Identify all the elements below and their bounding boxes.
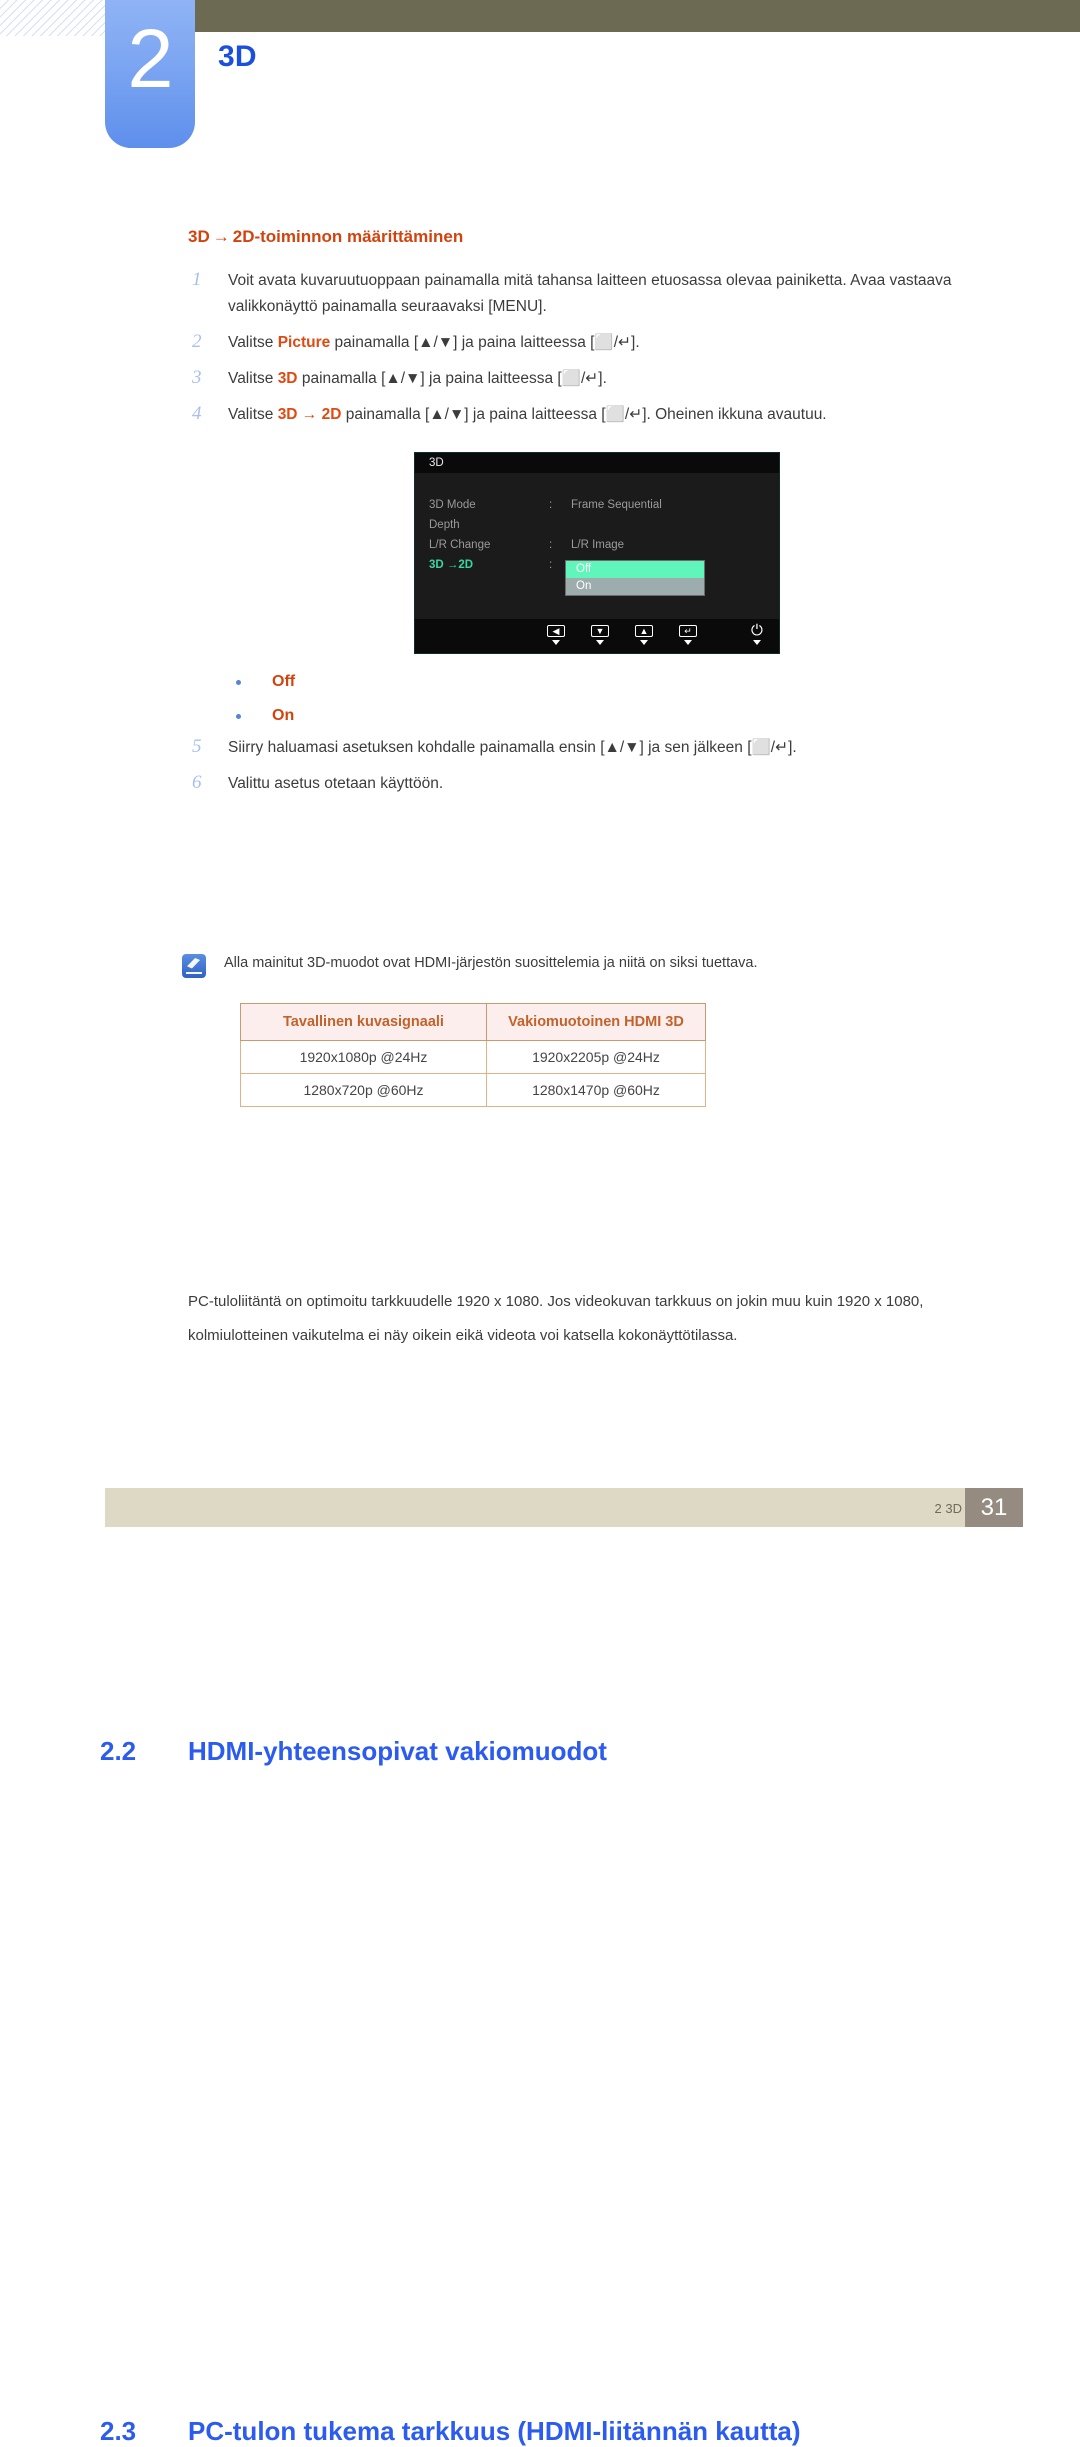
table-row: 1280x720p @60Hz 1280x1470p @60Hz	[240, 1073, 706, 1107]
osd-row-value: L/R Image	[571, 539, 625, 551]
step-text-suffix: painamalla [▲/▼] ja paina laitteessa [⬜/…	[330, 334, 640, 351]
osd-menu-screenshot: 3D 3D Mode : Frame Sequential Depth L/R …	[414, 452, 780, 654]
subsection-heading-post: 2D-toiminnon määrittäminen	[232, 227, 464, 246]
down-arrow-icon[interactable]: ▼	[591, 625, 609, 645]
note-text: Alla mainitut 3D-muodot ovat HDMI-järjes…	[224, 955, 758, 971]
up-arrow-icon[interactable]: ▲	[635, 625, 653, 645]
list-item: 5 Siirry haluamasi asetuksen kohdalle pa…	[188, 735, 988, 761]
list-item: Off	[232, 665, 295, 699]
subsection-heading-pre: 3D	[188, 227, 210, 246]
step-text-prefix: Valitse	[228, 406, 278, 423]
osd-option-on[interactable]: On	[566, 578, 704, 595]
option-bullet-list: Off On	[232, 665, 295, 733]
step-number: 3	[192, 367, 202, 388]
list-item: 2 Valitse Picture painamalla [▲/▼] ja pa…	[188, 330, 988, 356]
step-text: Siirry haluamasi asetuksen kohdalle pain…	[228, 739, 797, 756]
osd-button-bar: ◀ ▼ ▲ ↵ ⏻	[415, 619, 779, 653]
procedure-steps-list-continued: 5 Siirry haluamasi asetuksen kohdalle pa…	[188, 735, 988, 807]
step-emphasis: Picture	[277, 334, 331, 351]
step-text-suffix: painamalla [▲/▼] ja paina laitteessa [⬜/…	[341, 406, 827, 423]
step-emphasis: 3D → 2D	[277, 406, 342, 423]
subsection-heading: 3D → 2D-toiminnon määrittäminen	[188, 227, 463, 247]
osd-row-colon: :	[549, 499, 553, 511]
arrow-icon: →	[212, 227, 230, 246]
section-2-3-paragraph: PC-tuloliitäntä on optimoitu tarkkuudell…	[188, 1293, 924, 1344]
step-number: 5	[192, 736, 202, 757]
osd-title: 3D	[415, 453, 779, 473]
chapter-title: 3D	[218, 40, 257, 73]
osd-row-label: L/R Change	[429, 539, 491, 551]
table-cell: 1280x720p @60Hz	[240, 1073, 487, 1107]
hdmi-formats-table: Tavallinen kuvasignaali Vakiomuotoinen H…	[240, 1003, 706, 1107]
chapter-number-badge: 2	[105, 0, 195, 148]
osd-row-colon: :	[549, 539, 553, 551]
step-text-prefix: Valitse	[228, 334, 278, 351]
list-item: 1 Voit avata kuvaruutuoppaan painamalla …	[188, 268, 983, 320]
note-block: Alla mainitut 3D-muodot ovat HDMI-järjes…	[182, 953, 982, 978]
section-number: 2.2	[100, 1736, 137, 1766]
table-row: 1920x1080p @24Hz 1920x2205p @24Hz	[240, 1040, 706, 1074]
step-emphasis: 3D	[277, 370, 298, 387]
osd-dropdown[interactable]: Off On	[565, 560, 705, 596]
osd-row[interactable]: 3D Mode : Frame Sequential	[429, 495, 779, 515]
footer-bar	[105, 1488, 1023, 1527]
section-number: 2.3	[100, 2416, 137, 2446]
osd-row-value: Frame Sequential	[571, 499, 662, 511]
step-text-suffix: painamalla [▲/▼] ja paina laitteessa [⬜/…	[297, 370, 607, 387]
power-icon[interactable]: ⏻	[751, 623, 763, 645]
osd-option-off[interactable]: Off	[566, 561, 704, 578]
osd-row[interactable]: L/R Change : L/R Image	[429, 535, 779, 555]
step-number: 2	[192, 331, 202, 352]
note-pen-icon	[182, 954, 206, 978]
section-2-2-heading: 2.2 HDMI-yhteensopivat vakiomuodot	[0, 868, 1080, 1766]
chapter-number: 2	[127, 12, 173, 105]
left-arrow-icon[interactable]: ◀	[547, 625, 565, 645]
osd-row[interactable]: Depth	[429, 515, 779, 535]
osd-row-label: 3D →2D	[429, 559, 474, 571]
footer-chapter-label: 2 3D	[934, 1501, 962, 1516]
table-header-cell: Tavallinen kuvasignaali	[240, 1003, 487, 1041]
step-number: 4	[192, 403, 202, 424]
table-cell: 1920x2205p @24Hz	[486, 1040, 706, 1074]
list-item: 4 Valitse 3D → 2D painamalla [▲/▼] ja pa…	[188, 402, 988, 428]
step-text-prefix: Valitse	[228, 370, 278, 387]
table-cell: 1280x1470p @60Hz	[486, 1073, 706, 1107]
section-title: PC-tulon tukema tarkkuus (HDMI-liitännän…	[188, 2416, 801, 2446]
table-header-cell: Vakiomuotoinen HDMI 3D	[486, 1003, 706, 1041]
page-number-box: 31	[965, 1488, 1023, 1527]
table-cell: 1920x1080p @24Hz	[240, 1040, 487, 1074]
list-item: On	[232, 699, 295, 733]
section-title: HDMI-yhteensopivat vakiomuodot	[188, 1736, 607, 1766]
osd-row-label: 3D Mode	[429, 499, 476, 511]
list-item: 3 Valitse 3D painamalla [▲/▼] ja paina l…	[188, 366, 988, 392]
procedure-steps-list: 1 Voit avata kuvaruutuoppaan painamalla …	[188, 268, 988, 438]
header-olive-bar	[195, 0, 1080, 32]
step-number: 6	[192, 772, 202, 793]
section-2-3-heading: 2.3 PC-tulon tukema tarkkuus (HDMI-liitä…	[0, 1208, 1080, 2446]
enter-icon[interactable]: ↵	[679, 625, 697, 645]
table-header-row: Tavallinen kuvasignaali Vakiomuotoinen H…	[240, 1003, 706, 1041]
step-number: 1	[192, 269, 202, 290]
step-text: Valittu asetus otetaan käyttöön.	[228, 775, 444, 792]
step-text: Voit avata kuvaruutuoppaan painamalla mi…	[228, 272, 952, 315]
osd-row-label: Depth	[429, 519, 460, 531]
list-item: 6 Valittu asetus otetaan käyttöön.	[188, 771, 988, 797]
